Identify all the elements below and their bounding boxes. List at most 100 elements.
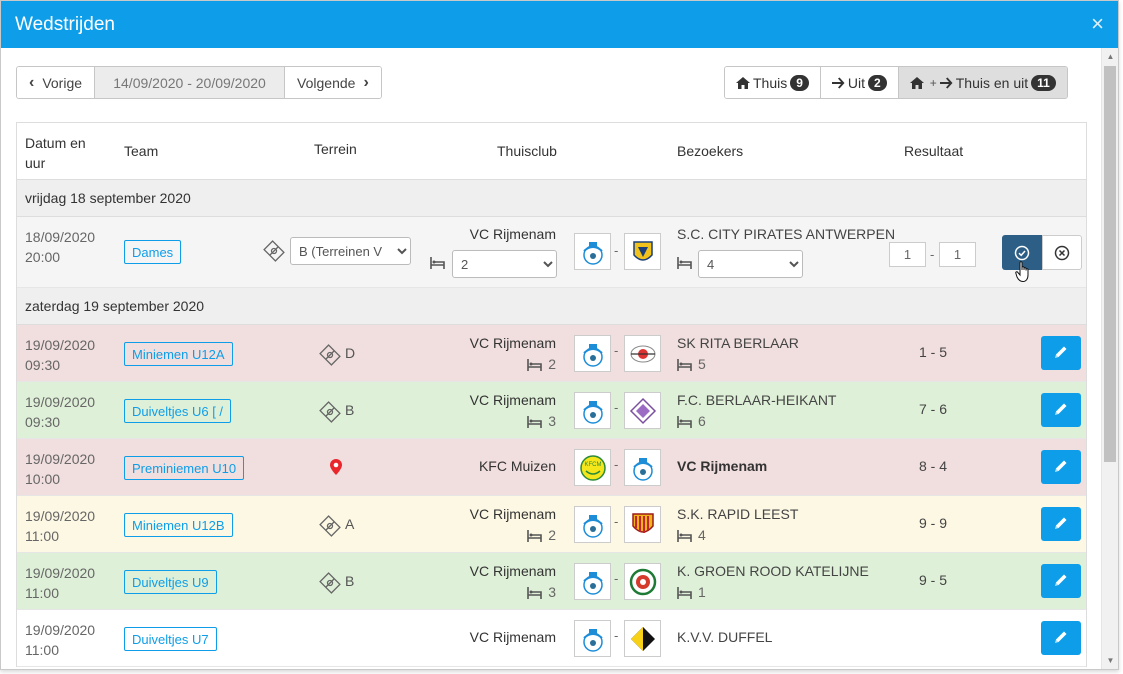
filter-all-button[interactable]: + Thuis en uit 11 — [898, 67, 1067, 98]
previous-week-button[interactable]: ‹ Vorige — [17, 67, 96, 98]
home-club-logo — [574, 233, 611, 270]
edit-match-button[interactable] — [1041, 450, 1081, 484]
home-club-logo: KFCM — [574, 449, 611, 486]
close-icon[interactable]: × — [1091, 13, 1104, 35]
match-datetime: 19/09/2020 09:30 — [25, 392, 95, 432]
scrollbar-thumb[interactable] — [1104, 66, 1116, 462]
match-date: 19/09/2020 — [25, 565, 96, 581]
home-club-name: VC Rijmenam — [469, 335, 556, 351]
versus-separator: - — [614, 243, 619, 258]
edit-match-button[interactable] — [1041, 621, 1081, 655]
home-club-name: VC Rijmenam — [469, 392, 556, 408]
match-time: 11:00 — [25, 642, 59, 658]
field-icon — [317, 399, 341, 423]
team-badge[interactable]: Preminiemen U10 — [124, 456, 244, 480]
dressing-room-icon — [677, 358, 692, 371]
vertical-scrollbar[interactable]: ▲ ▼ — [1101, 48, 1118, 669]
match-time: 11:00 — [25, 585, 59, 601]
home-room-number: 2 — [548, 527, 556, 543]
away-club-logo — [624, 392, 661, 429]
terrain-cell: B — [317, 570, 355, 594]
away-room-number: 4 — [698, 527, 706, 543]
hand-cursor-icon — [1015, 261, 1029, 283]
filter-away-label: Uit — [847, 74, 866, 91]
team-badge[interactable]: Dames — [124, 240, 182, 264]
team-badge[interactable]: Miniemen U12A — [124, 342, 233, 366]
home-room: 3 — [527, 413, 556, 429]
dressing-room-icon — [430, 257, 445, 269]
match-date: 18/09/2020 — [25, 229, 96, 245]
pencil-icon — [1053, 572, 1069, 591]
x-circle-icon — [1054, 245, 1070, 260]
modal-title: Wedstrijden — [15, 13, 115, 35]
terrain-cell: B — [317, 399, 354, 423]
away-room: 6 — [677, 413, 706, 429]
away-score-input[interactable] — [939, 242, 976, 267]
table-row: 19/09/2020 09:30 Duiveltjes U6 [ / B VC Rijm… — [17, 382, 1086, 439]
team-badge[interactable]: Duiveltjes U6 [ / — [124, 399, 232, 423]
team-badge[interactable]: Duiveltjes U9 — [124, 570, 217, 594]
home-room: 2 — [527, 356, 556, 372]
versus-separator: - — [614, 571, 619, 586]
column-bezoekers: Bezoekers — [677, 143, 744, 159]
filter-away-count: 2 — [868, 74, 887, 91]
away-room-select[interactable]: 4 — [698, 250, 803, 278]
home-room-select[interactable]: 2 — [452, 250, 557, 278]
scroll-up-icon[interactable]: ▲ — [1102, 52, 1118, 61]
day-group-header: zaterdag 19 september 2020 — [17, 288, 1086, 325]
match-result: 9 - 9 — [918, 515, 947, 531]
score-separator: - — [930, 247, 935, 262]
terrain-select[interactable]: B (Terreinen V — [290, 237, 411, 265]
home-club-name: VC Rijmenam — [469, 563, 556, 579]
dressing-room-icon — [677, 529, 692, 542]
terrain-label: B — [345, 573, 355, 589]
away-club-name: S.K. RAPID LEEST — [677, 506, 799, 522]
away-room: 1 — [677, 584, 706, 600]
match-date: 19/09/2020 — [25, 508, 96, 524]
match-datetime: 19/09/2020 11:00 — [25, 563, 95, 603]
match-result: 8 - 4 — [918, 458, 947, 474]
match-result: 1 - 5 — [918, 344, 947, 360]
home-room: 3 — [527, 584, 556, 600]
away-room: 5 — [677, 356, 706, 372]
table-row-editing: 18/09/2020 20:00 Dames B (Terreinen V VC … — [17, 217, 1086, 288]
match-time: 09:30 — [25, 357, 61, 373]
home-club-name: VC Rijmenam — [469, 629, 556, 645]
filter-away-button[interactable]: Uit 2 — [820, 67, 899, 98]
modal-body: ‹ Vorige 14/09/2020 - 20/09/2020 Volgend… — [1, 48, 1102, 669]
map-pin-icon[interactable] — [330, 459, 342, 478]
home-room-number: 3 — [548, 584, 556, 600]
home-club-logo — [574, 506, 611, 543]
match-date: 19/09/2020 — [25, 394, 96, 410]
field-icon — [317, 513, 341, 537]
chevron-right-icon: › — [363, 73, 369, 91]
filter-home-button[interactable]: Thuis 9 — [725, 67, 821, 98]
table-header: Datum en uur Team Terrein Thuisclub Bezo… — [17, 123, 1086, 180]
away-room-number: 5 — [698, 356, 706, 372]
home-score-input[interactable] — [889, 242, 926, 267]
edit-match-button[interactable] — [1041, 564, 1081, 598]
edit-match-button[interactable] — [1041, 336, 1081, 370]
dressing-room-icon — [527, 358, 543, 371]
home-club-name: KFC Muizen — [478, 458, 556, 474]
away-room-number: 1 — [698, 584, 706, 600]
away-club-name: K. GROEN ROOD KATELIJNE — [677, 563, 869, 579]
edit-match-button[interactable] — [1041, 507, 1081, 541]
away-club-name: VC Rijmenam — [677, 458, 768, 474]
versus-separator: - — [614, 457, 619, 472]
match-time: 11:00 — [25, 528, 59, 544]
team-badge[interactable]: Miniemen U12B — [124, 513, 233, 537]
team-badge[interactable]: Duiveltjes U7 — [124, 627, 217, 651]
cancel-score-button[interactable] — [1042, 235, 1082, 270]
next-week-button[interactable]: Volgende › — [285, 67, 381, 98]
matches-modal: Wedstrijden × ‹ Vorige 14/09/2020 - 20/0… — [0, 0, 1119, 670]
filter-all-label: Thuis en uit — [955, 74, 1029, 91]
date-range-display: 14/09/2020 - 20/09/2020 — [95, 67, 286, 98]
scroll-down-icon[interactable]: ▼ — [1102, 656, 1118, 665]
edit-match-button[interactable] — [1041, 393, 1081, 427]
away-club-logo — [624, 335, 661, 372]
away-club-logo — [624, 620, 661, 657]
pencil-icon — [1053, 458, 1069, 477]
column-thuisclub: Thuisclub — [497, 143, 557, 159]
match-rows: 19/09/2020 09:30 Miniemen U12A D VC Rijmenam… — [17, 325, 1086, 667]
